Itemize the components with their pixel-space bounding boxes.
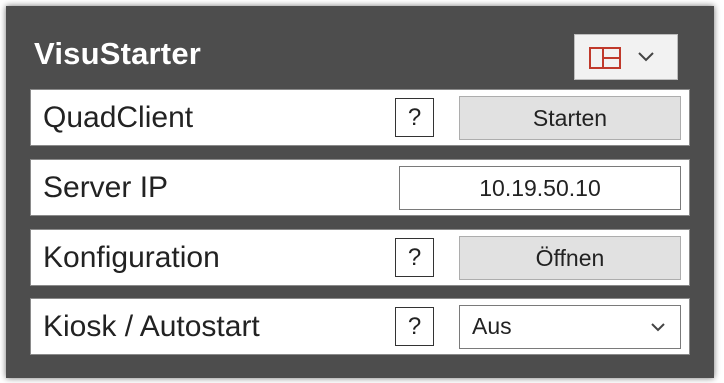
row-quadclient: QuadClient ? Starten [30,89,690,146]
row-konfiguration: Konfiguration ? Öffnen [30,229,690,286]
title-bar: VisuStarter [6,6,714,100]
layout-dropdown-button[interactable] [574,34,678,80]
kiosk-help-button[interactable]: ? [395,307,434,346]
kiosk-autostart-value: Aus [472,313,512,339]
server-ip-label: Server IP [43,171,169,204]
konfiguration-help-button[interactable]: ? [395,238,434,277]
chevron-down-icon [651,323,665,332]
row-kiosk-autostart: Kiosk / Autostart ? Aus [30,298,690,355]
row-server-ip: Server IP 10.19.50.10 [30,159,690,216]
visustarter-window: VisuStarter QuadClient ? Starten Server … [6,6,714,378]
starten-button[interactable]: Starten [459,96,681,140]
oeffnen-button[interactable]: Öffnen [459,236,681,280]
app-title: VisuStarter [34,36,202,71]
quadclient-label: QuadClient [43,101,194,134]
chevron-down-icon [638,52,654,62]
konfiguration-label: Konfiguration [43,241,220,274]
server-ip-input[interactable]: 10.19.50.10 [399,166,681,210]
layout-grid-icon [589,47,621,69]
quadclient-help-button[interactable]: ? [395,98,434,137]
kiosk-autostart-label: Kiosk / Autostart [43,310,260,343]
kiosk-autostart-select[interactable]: Aus [459,305,681,349]
